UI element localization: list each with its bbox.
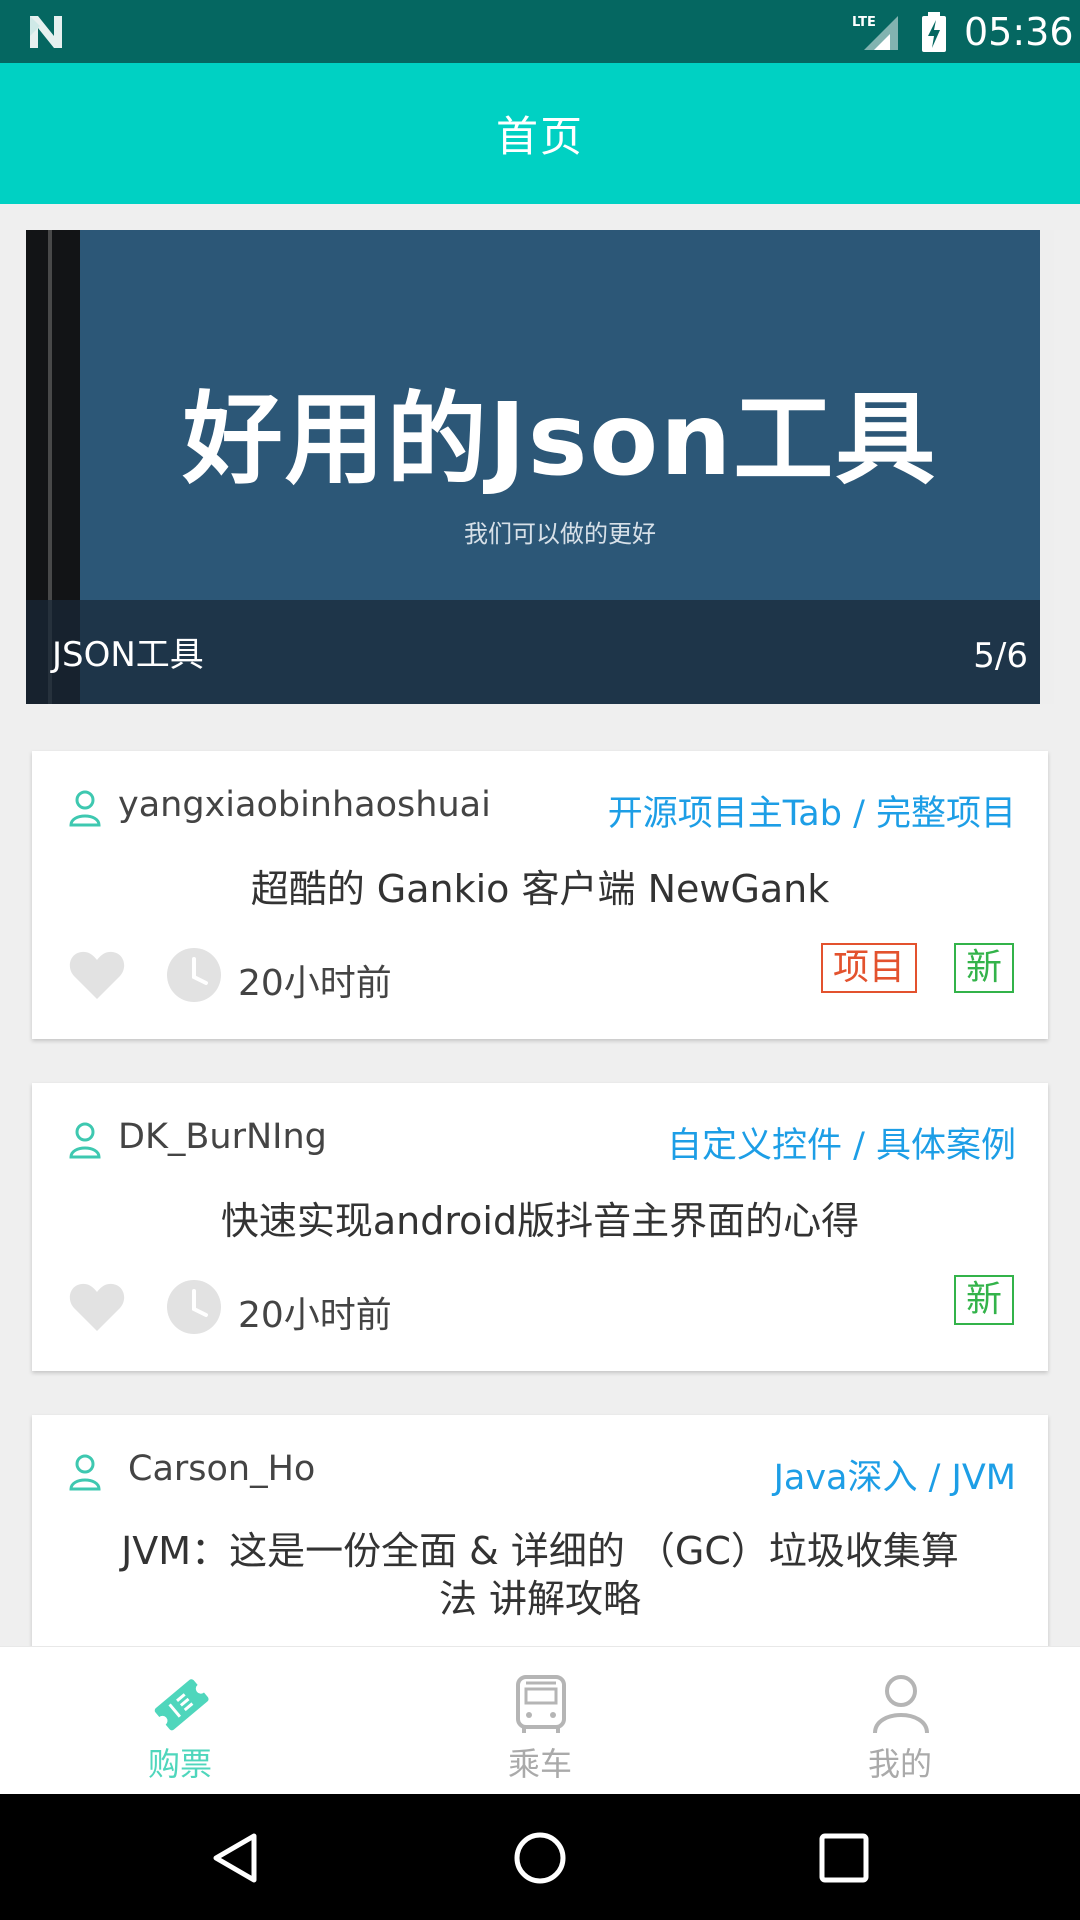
nav-item-tickets[interactable]: 购票 — [0, 1647, 360, 1795]
clock-icon — [167, 1280, 221, 1334]
card-category[interactable]: 开源项目主Tab / 完整项目 — [608, 785, 1016, 836]
card-author[interactable]: yangxiaobinhaoshuai — [118, 785, 491, 825]
card-title-line-2[interactable]: 法 讲解攻略 — [52, 1575, 1028, 1623]
card-author[interactable]: DK_BurNIng — [118, 1117, 327, 1157]
ticket-icon — [154, 1679, 209, 1731]
page-title: 首页 — [495, 112, 584, 161]
nav-label-ride: 乘车 — [507, 1745, 572, 1783]
heart-icon[interactable] — [68, 1281, 126, 1333]
person-outline-icon — [69, 790, 101, 827]
card-category[interactable]: 自定义控件 / 具体案例 — [667, 1117, 1016, 1168]
tag-new-badge: 新 — [954, 1275, 1015, 1325]
recents-icon[interactable] — [816, 1830, 872, 1886]
banner-carousel[interactable]: 好用的Json工具 我们可以做的更好 JSON工具 5/6 — [26, 230, 1054, 704]
nav-item-mine[interactable]: 我的 — [720, 1647, 1080, 1795]
back-icon[interactable] — [208, 1830, 264, 1886]
heart-icon[interactable] — [68, 949, 126, 1001]
banner-subtitle: 我们可以做的更好 — [464, 520, 656, 548]
card-title-line-1[interactable]: JVM：这是一份全面 & 详细的 （GC）垃圾收集算 — [52, 1527, 1028, 1575]
card-author[interactable]: Carson_Ho — [128, 1449, 315, 1489]
article-card[interactable]: DK_BurNIng 自定义控件 / 具体案例 快速实现android版抖音主界… — [32, 1083, 1048, 1371]
card-title[interactable]: 快速实现android版抖音主界面的心得 — [52, 1197, 1028, 1245]
status-bar: LTE 05:36 — [0, 0, 1080, 63]
nav-item-ride[interactable]: 乘车 — [360, 1647, 720, 1795]
lte-label: LTE — [852, 15, 876, 30]
banner-caption: JSON工具 — [52, 635, 204, 675]
home-icon[interactable] — [512, 1830, 568, 1886]
banner-right-edge — [1040, 230, 1054, 704]
person-outline-icon — [69, 1454, 101, 1491]
person-outline-icon — [69, 1122, 101, 1159]
banner-headline: 好用的Json工具 — [182, 381, 938, 498]
bus-icon — [516, 1675, 566, 1733]
bottom-navigation: 购票 乘车 我的 — [0, 1646, 1080, 1794]
status-time: 05:36 — [964, 10, 1074, 54]
app-bar: 首页 — [0, 63, 1080, 204]
banner-page-counter: 5/6 — [973, 636, 1028, 676]
card-title[interactable]: 超酷的 Gankio 客户端 NewGank — [52, 865, 1028, 913]
battery-charging-icon — [922, 12, 946, 52]
card-time: 20小时前 — [238, 963, 392, 1004]
person-icon — [873, 1675, 929, 1734]
tag-new-badge: 新 — [954, 943, 1015, 993]
article-card[interactable]: Carson_Ho Java深入 / JVM JVM：这是一份全面 & 详细的 … — [32, 1415, 1048, 1655]
android-n-icon — [30, 16, 62, 48]
card-category[interactable]: Java深入 / JVM — [774, 1449, 1016, 1500]
article-card[interactable]: yangxiaobinhaoshuai 开源项目主Tab / 完整项目 超酷的 … — [32, 751, 1048, 1039]
nav-label-tickets: 购票 — [147, 1745, 212, 1783]
nav-label-mine: 我的 — [867, 1745, 932, 1783]
card-time: 20小时前 — [238, 1295, 392, 1336]
system-navigation-bar — [0, 1794, 1080, 1920]
tag-project-badge: 项目 — [821, 943, 918, 993]
clock-icon — [167, 948, 221, 1002]
lte-signal-icon: LTE — [852, 15, 898, 50]
